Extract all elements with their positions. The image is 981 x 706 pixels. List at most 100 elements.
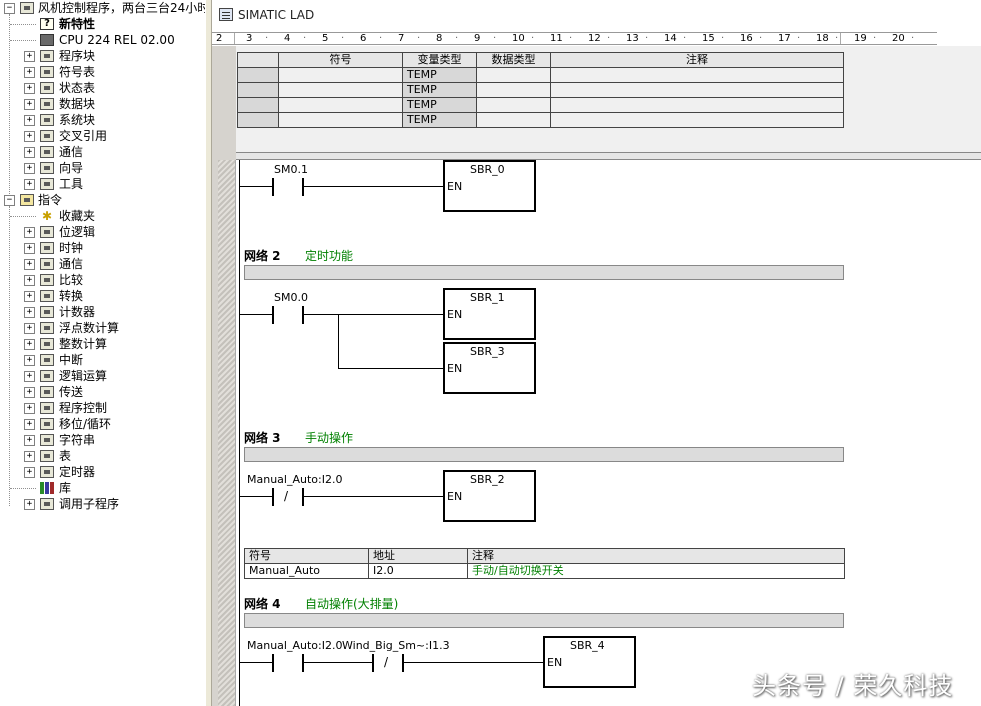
tree-item[interactable]: 数据块 xyxy=(59,96,95,112)
expand-toggle[interactable]: + xyxy=(24,403,35,414)
instruction-folder-icon xyxy=(40,450,54,462)
nc-contact[interactable] xyxy=(272,488,274,506)
table-row[interactable]: TEMP xyxy=(237,112,844,128)
tree-item[interactable]: 工具 xyxy=(59,176,83,192)
en-label: EN xyxy=(447,180,463,193)
instruction-folder-icon xyxy=(40,338,54,350)
tree-item[interactable]: 收藏夹 xyxy=(59,208,95,224)
expand-toggle[interactable]: + xyxy=(24,179,35,190)
network-comment[interactable]: 自动操作(大排量) xyxy=(305,595,398,612)
tree-item[interactable]: 时钟 xyxy=(59,240,83,256)
network-comment[interactable]: 定时功能 xyxy=(305,247,353,264)
tree-item[interactable]: 库 xyxy=(59,480,71,496)
variable-table: 符号 变量类型 数据类型 注释 TEMP TEMP TEMP TEMP xyxy=(237,52,844,128)
tree-item[interactable]: 向导 xyxy=(59,160,83,176)
contact-operand[interactable]: SM0.1 xyxy=(274,163,308,176)
no-contact[interactable] xyxy=(272,178,274,196)
folder-icon xyxy=(40,114,54,126)
tree-item[interactable]: 程序控制 xyxy=(59,400,107,416)
tree-instructions-label[interactable]: 指令 xyxy=(38,192,62,208)
help-icon: ? xyxy=(40,18,54,30)
expand-toggle[interactable]: + xyxy=(24,243,35,254)
tree-item[interactable]: 通信 xyxy=(59,144,83,160)
expand-toggle[interactable]: + xyxy=(24,451,35,462)
collapse-toggle[interactable]: − xyxy=(4,195,15,206)
nc-contact[interactable] xyxy=(372,654,374,672)
instruction-folder-icon xyxy=(40,242,54,254)
expand-toggle[interactable]: + xyxy=(24,259,35,270)
no-contact[interactable] xyxy=(272,654,274,672)
network-comment-bar[interactable] xyxy=(244,613,844,628)
table-row[interactable]: TEMP xyxy=(237,97,844,113)
tree-item[interactable]: 中断 xyxy=(59,352,83,368)
contact-operand[interactable]: Wind_Big_Sm~:I1.3 xyxy=(342,639,450,652)
network-title[interactable]: 网络 4 xyxy=(244,595,281,612)
network-title[interactable]: 网络 2 xyxy=(244,247,281,264)
tree-item[interactable]: 转换 xyxy=(59,288,83,304)
expand-toggle[interactable]: + xyxy=(24,227,35,238)
collapse-toggle[interactable]: − xyxy=(4,3,15,14)
expand-toggle[interactable]: + xyxy=(24,51,35,62)
expand-toggle[interactable]: + xyxy=(24,307,35,318)
tree-item[interactable]: 表 xyxy=(59,448,71,464)
en-label: EN xyxy=(447,490,463,503)
expand-toggle[interactable]: + xyxy=(24,355,35,366)
tree-item[interactable]: 逻辑运算 xyxy=(59,368,107,384)
splitter[interactable] xyxy=(205,0,212,706)
tree-item[interactable]: 程序块 xyxy=(59,48,95,64)
tree-item[interactable]: 调用子程序 xyxy=(59,496,119,512)
contact-operand[interactable]: SM0.0 xyxy=(274,291,308,304)
tree-item[interactable]: 字符串 xyxy=(59,432,95,448)
contact-operand[interactable]: Manual_Auto:I2.0 xyxy=(247,473,342,486)
tree-item[interactable]: 计数器 xyxy=(59,304,95,320)
expand-toggle[interactable]: + xyxy=(24,371,35,382)
table-row[interactable]: Manual_Auto I2.0 手动/自动切换开关 xyxy=(244,563,845,579)
network-comment[interactable]: 手动操作 xyxy=(305,429,353,446)
tree-item[interactable]: 传送 xyxy=(59,384,83,400)
expand-toggle[interactable]: + xyxy=(24,323,35,334)
expand-toggle[interactable]: + xyxy=(24,467,35,478)
expand-toggle[interactable]: + xyxy=(24,147,35,158)
network-comment-bar[interactable] xyxy=(244,265,844,280)
tree-root-label[interactable]: 风机控制程序，两台三台24小时 xyxy=(38,0,205,16)
tree-item[interactable]: 交叉引用 xyxy=(59,128,107,144)
expand-toggle[interactable]: + xyxy=(24,387,35,398)
instruction-folder-icon xyxy=(40,434,54,446)
panel-splitter[interactable] xyxy=(236,152,981,160)
tree-item[interactable]: 浮点数计算 xyxy=(59,320,119,336)
no-contact[interactable] xyxy=(272,306,274,324)
en-label: EN xyxy=(547,656,563,669)
tree-item[interactable]: 新特性 xyxy=(59,16,95,32)
ruler-tick: 5 xyxy=(322,33,329,44)
tree-item[interactable]: 状态表 xyxy=(59,80,95,96)
instruction-folder-icon xyxy=(40,498,54,510)
expand-toggle[interactable]: + xyxy=(24,499,35,510)
table-row[interactable]: TEMP xyxy=(237,82,844,98)
expand-toggle[interactable]: + xyxy=(24,131,35,142)
expand-toggle[interactable]: + xyxy=(24,99,35,110)
tree-item[interactable]: 系统块 xyxy=(59,112,95,128)
network-comment-bar[interactable] xyxy=(244,447,844,462)
contact-operand[interactable]: Manual_Auto:I2.0 xyxy=(247,639,342,652)
expand-toggle[interactable]: + xyxy=(24,339,35,350)
network-title[interactable]: 网络 3 xyxy=(244,429,281,446)
expand-toggle[interactable]: + xyxy=(24,83,35,94)
tree-item[interactable]: 移位/循环 xyxy=(59,416,111,432)
tree-item[interactable]: CPU 224 REL 02.00 xyxy=(59,32,175,48)
expand-toggle[interactable]: + xyxy=(24,115,35,126)
tree-item[interactable]: 比较 xyxy=(59,272,83,288)
instruction-folder-icon xyxy=(40,386,54,398)
expand-toggle[interactable]: + xyxy=(24,435,35,446)
expand-toggle[interactable]: + xyxy=(24,163,35,174)
expand-toggle[interactable]: + xyxy=(24,67,35,78)
tree-item[interactable]: 定时器 xyxy=(59,464,95,480)
table-row[interactable]: TEMP xyxy=(237,67,844,83)
tree-item[interactable]: 整数计算 xyxy=(59,336,107,352)
favorites-icon: ✱ xyxy=(41,209,53,223)
tree-item[interactable]: 通信 xyxy=(59,256,83,272)
expand-toggle[interactable]: + xyxy=(24,419,35,430)
expand-toggle[interactable]: + xyxy=(24,275,35,286)
tree-item[interactable]: 符号表 xyxy=(59,64,95,80)
tree-item[interactable]: 位逻辑 xyxy=(59,224,95,240)
expand-toggle[interactable]: + xyxy=(24,291,35,302)
